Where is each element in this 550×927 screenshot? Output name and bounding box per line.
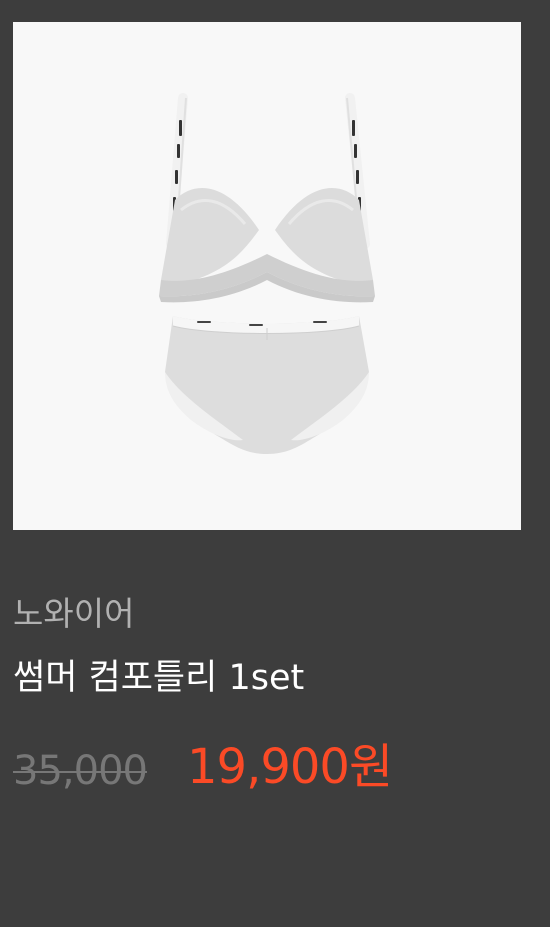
original-price: 35,000 [13,748,148,794]
product-card[interactable]: 노와이어 썸머 컴포틀리 1set 35,000 19,900원 [0,0,550,927]
brand-name: 노와이어 [13,594,135,633]
lingerie-set-illustration [159,93,375,454]
sale-price: 19,900원 [187,739,393,795]
product-image[interactable] [13,22,521,530]
product-title[interactable]: 썸머 컴포틀리 1set [13,655,304,701]
